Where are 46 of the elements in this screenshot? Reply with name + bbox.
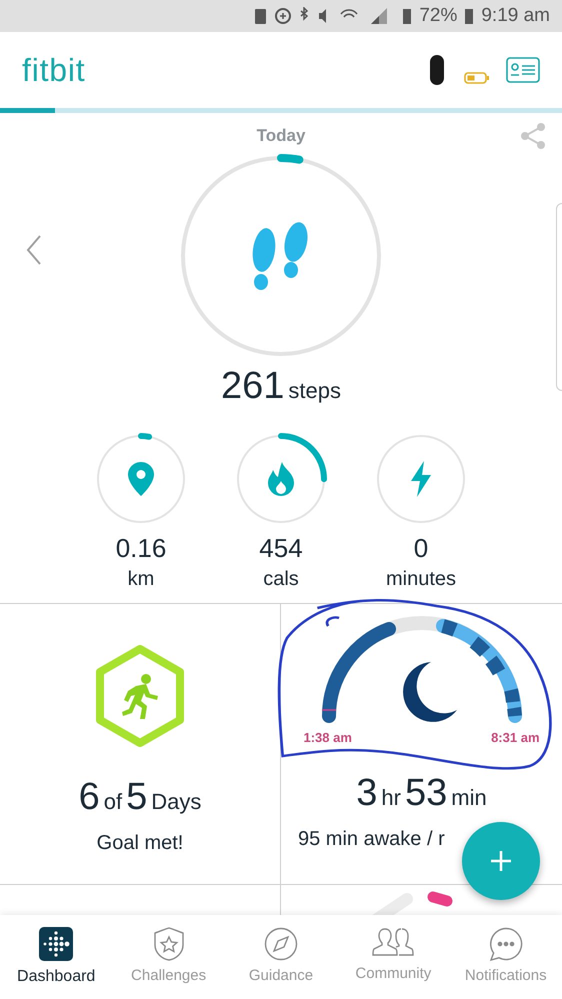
steps-count: 261	[221, 366, 284, 404]
steps-unit: steps	[288, 380, 341, 402]
low-battery-icon	[464, 72, 490, 84]
dots-logo-icon	[39, 926, 74, 960]
add-button[interactable]	[462, 822, 540, 900]
stat-value: 0	[414, 534, 428, 560]
plus-icon	[490, 850, 512, 872]
battery-icon	[465, 8, 474, 24]
goal-days-part: 6	[78, 778, 100, 816]
chat-bubble-icon	[488, 926, 523, 960]
battery-percent: 72%	[419, 4, 458, 28]
shield-star-icon	[152, 926, 186, 960]
goal-days-part: Days	[151, 790, 202, 812]
goal-days-part: of	[104, 790, 122, 812]
wake-time-label: 8:31 am	[491, 729, 540, 747]
tile-caption: 95 min awake / r	[297, 826, 445, 852]
nav-tab[interactable]: Notifications	[452, 926, 560, 987]
account-card-icon	[506, 57, 540, 83]
bedtime-label: 1:38 am	[304, 729, 352, 747]
sync-progress-fill	[0, 108, 55, 113]
nav-tab[interactable]: Dashboard	[2, 926, 110, 988]
stat-unit: minutes	[386, 568, 456, 588]
exercise-tile[interactable]: 6 of 5 Days Goal met!	[0, 604, 281, 884]
stat-value: 0.16	[116, 534, 166, 560]
compass-icon	[264, 926, 298, 960]
share-icon[interactable]	[520, 123, 546, 149]
nav-tab[interactable]: Community	[339, 926, 448, 985]
fitbit-logo: fitbit	[22, 51, 86, 90]
previous-day-chevron-icon[interactable]	[26, 235, 42, 265]
stat-unit: cals	[263, 568, 299, 588]
tile-caption: Goal met!	[96, 830, 184, 856]
sleep-duration-part: min	[451, 786, 487, 808]
stat-value: 454	[259, 534, 303, 560]
nav-tab[interactable]: Challenges	[114, 926, 223, 987]
nav-tab[interactable]: Guidance	[226, 926, 335, 987]
goal-days-part: 5	[126, 778, 148, 816]
sleep-duration-part: 53	[404, 774, 448, 812]
flame-icon	[268, 462, 294, 496]
stat-unit: km	[128, 568, 154, 588]
clock: 9:19 am	[481, 4, 550, 28]
sleep-duration-part: 3	[356, 774, 378, 812]
people-icon	[372, 926, 414, 958]
location-pin-icon	[128, 462, 154, 496]
sleep-duration-part: hr	[381, 786, 401, 808]
lightning-icon	[409, 460, 433, 496]
day-title: Today	[256, 125, 306, 147]
